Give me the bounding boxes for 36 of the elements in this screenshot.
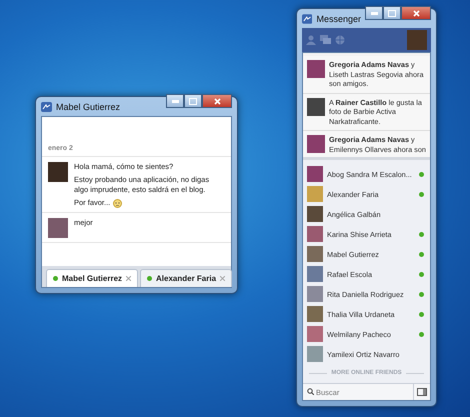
close-button[interactable] — [401, 6, 431, 20]
window-title: Messenger — [316, 14, 361, 24]
avatar-photo — [307, 266, 323, 282]
avatar-photo — [307, 326, 323, 342]
minimize-icon — [370, 12, 378, 14]
minimize-button[interactable] — [166, 94, 184, 108]
avatar-photo — [307, 60, 325, 78]
avatar-photo — [307, 346, 323, 362]
avatar-photo — [307, 135, 325, 153]
close-button[interactable] — [202, 94, 232, 108]
minimize-icon — [172, 100, 178, 102]
messenger-icon — [41, 102, 52, 112]
sidebar-toggle-button[interactable] — [413, 383, 430, 400]
avatar-photo — [48, 218, 68, 238]
maximize-button[interactable] — [383, 6, 401, 20]
avatar-photo — [307, 286, 323, 302]
maximize-icon — [388, 10, 396, 16]
window-title: Mabel Gutierrez — [56, 102, 122, 112]
chat-tab[interactable]: Mabel Gutierrez — [46, 269, 138, 287]
avatar-photo — [307, 226, 323, 242]
search-icon — [307, 388, 314, 395]
close-icon — [412, 10, 420, 16]
avatar-photo — [307, 306, 323, 322]
avatar-photo — [307, 166, 323, 182]
avatar-photo — [307, 206, 323, 222]
avatar-photo — [48, 162, 68, 182]
avatar-photo — [307, 98, 325, 116]
close-icon — [214, 98, 220, 104]
messenger-icon — [302, 14, 312, 24]
maximize-icon — [189, 98, 197, 104]
chat-tab[interactable]: Alexander Faria — [140, 269, 232, 287]
sidebar-icon — [417, 388, 427, 396]
avatar-photo — [307, 186, 323, 202]
minimize-button[interactable] — [365, 6, 383, 20]
avatar-photo — [307, 246, 323, 262]
maximize-button[interactable] — [184, 94, 202, 108]
